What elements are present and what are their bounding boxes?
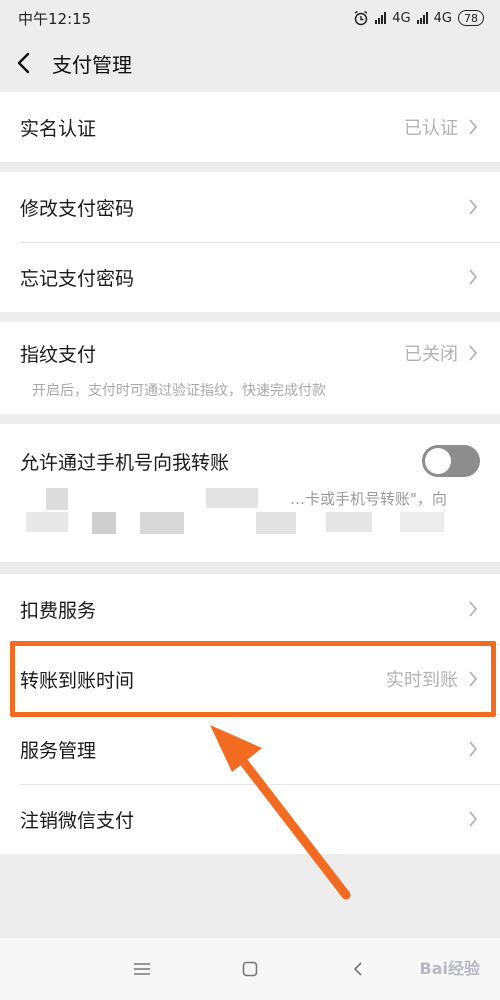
chevron-right-icon — [468, 197, 480, 217]
cancel-wechat-pay-row[interactable]: 注销微信支付 — [0, 784, 500, 854]
row-value: 实时到账 — [386, 670, 458, 691]
chevron-right-icon — [468, 669, 480, 689]
change-pay-password-row[interactable]: 修改支付密码 — [0, 172, 500, 242]
mosaic-block — [92, 512, 116, 534]
status-bar: 中午12:15 4G 4G 78 — [0, 0, 500, 36]
row-value: 已关闭 — [404, 344, 458, 365]
baidu-watermark: Bai经验 — [419, 959, 480, 978]
chevron-right-icon — [468, 343, 480, 363]
menu-icon[interactable] — [128, 955, 156, 983]
deduction-service-row[interactable]: 扣费服务 — [0, 574, 500, 644]
row-label: 允许通过手机号向我转账 — [20, 451, 230, 474]
real-name-auth-row[interactable]: 实名认证 已认证 — [0, 92, 500, 162]
mosaic-block — [46, 488, 68, 510]
page-title: 支付管理 — [52, 52, 132, 77]
network-label-1: 4G — [392, 10, 411, 26]
password-group: 修改支付密码 忘记支付密码 — [0, 172, 500, 312]
page-header: 支付管理 — [0, 36, 500, 90]
chevron-right-icon — [468, 599, 480, 619]
row-label: 指纹支付 — [20, 343, 97, 366]
signal-icon — [375, 12, 387, 24]
mosaic-block — [400, 512, 444, 532]
mosaic-block — [326, 512, 372, 532]
service-management-row[interactable]: 服务管理 — [0, 714, 500, 784]
row-label: 忘记支付密码 — [20, 267, 135, 290]
alarm-icon — [354, 10, 368, 26]
status-icons: 4G 4G 78 — [353, 10, 484, 26]
fingerprint-group: 指纹支付 已关闭 开启后，支付时可通过验证指纹，快速完成付款 — [0, 322, 500, 414]
services-group: 扣费服务 转账到账时间 实时到账 服务管理 注销微信支付 — [0, 574, 500, 854]
chevron-right-icon — [468, 117, 480, 137]
phone-transfer-group: 允许通过手机号向我转账 …卡或手机号转账"，向 — [0, 424, 500, 562]
toggle-knob — [425, 448, 451, 474]
row-label: 扣费服务 — [20, 599, 97, 622]
phone-transfer-toggle[interactable] — [422, 445, 480, 477]
network-label-2: 4G — [433, 10, 452, 26]
mosaic-block — [206, 488, 258, 508]
mosaic-block — [26, 512, 68, 532]
chevron-right-icon — [468, 267, 480, 287]
back-arrow-icon[interactable] — [16, 52, 38, 74]
identity-group: 实名认证 已认证 — [0, 92, 500, 162]
phone-transfer-row: 允许通过手机号向我转账 — [0, 424, 500, 498]
mosaic-block — [140, 512, 184, 534]
signal-icon-2 — [416, 12, 428, 24]
fingerprint-pay-row[interactable]: 指纹支付 已关闭 — [0, 322, 500, 384]
chevron-right-icon — [468, 809, 480, 829]
home-icon[interactable] — [236, 955, 264, 983]
row-label: 转账到账时间 — [20, 669, 135, 692]
status-time: 中午12:15 — [18, 9, 92, 28]
row-label: 服务管理 — [20, 739, 97, 762]
forgot-pay-password-row[interactable]: 忘记支付密码 — [0, 242, 500, 312]
row-label: 修改支付密码 — [20, 197, 135, 220]
battery-indicator: 78 — [458, 10, 484, 26]
back-nav-icon[interactable] — [344, 955, 372, 983]
mosaic-block — [256, 512, 296, 534]
row-value: 已认证 — [404, 118, 458, 139]
row-label: 注销微信支付 — [20, 809, 135, 832]
chevron-right-icon — [468, 739, 480, 759]
row-label: 实名认证 — [20, 117, 97, 140]
transfer-arrival-time-row[interactable]: 转账到账时间 实时到账 — [0, 644, 500, 714]
phone-transfer-desc: …卡或手机号转账"，向 — [290, 490, 447, 508]
